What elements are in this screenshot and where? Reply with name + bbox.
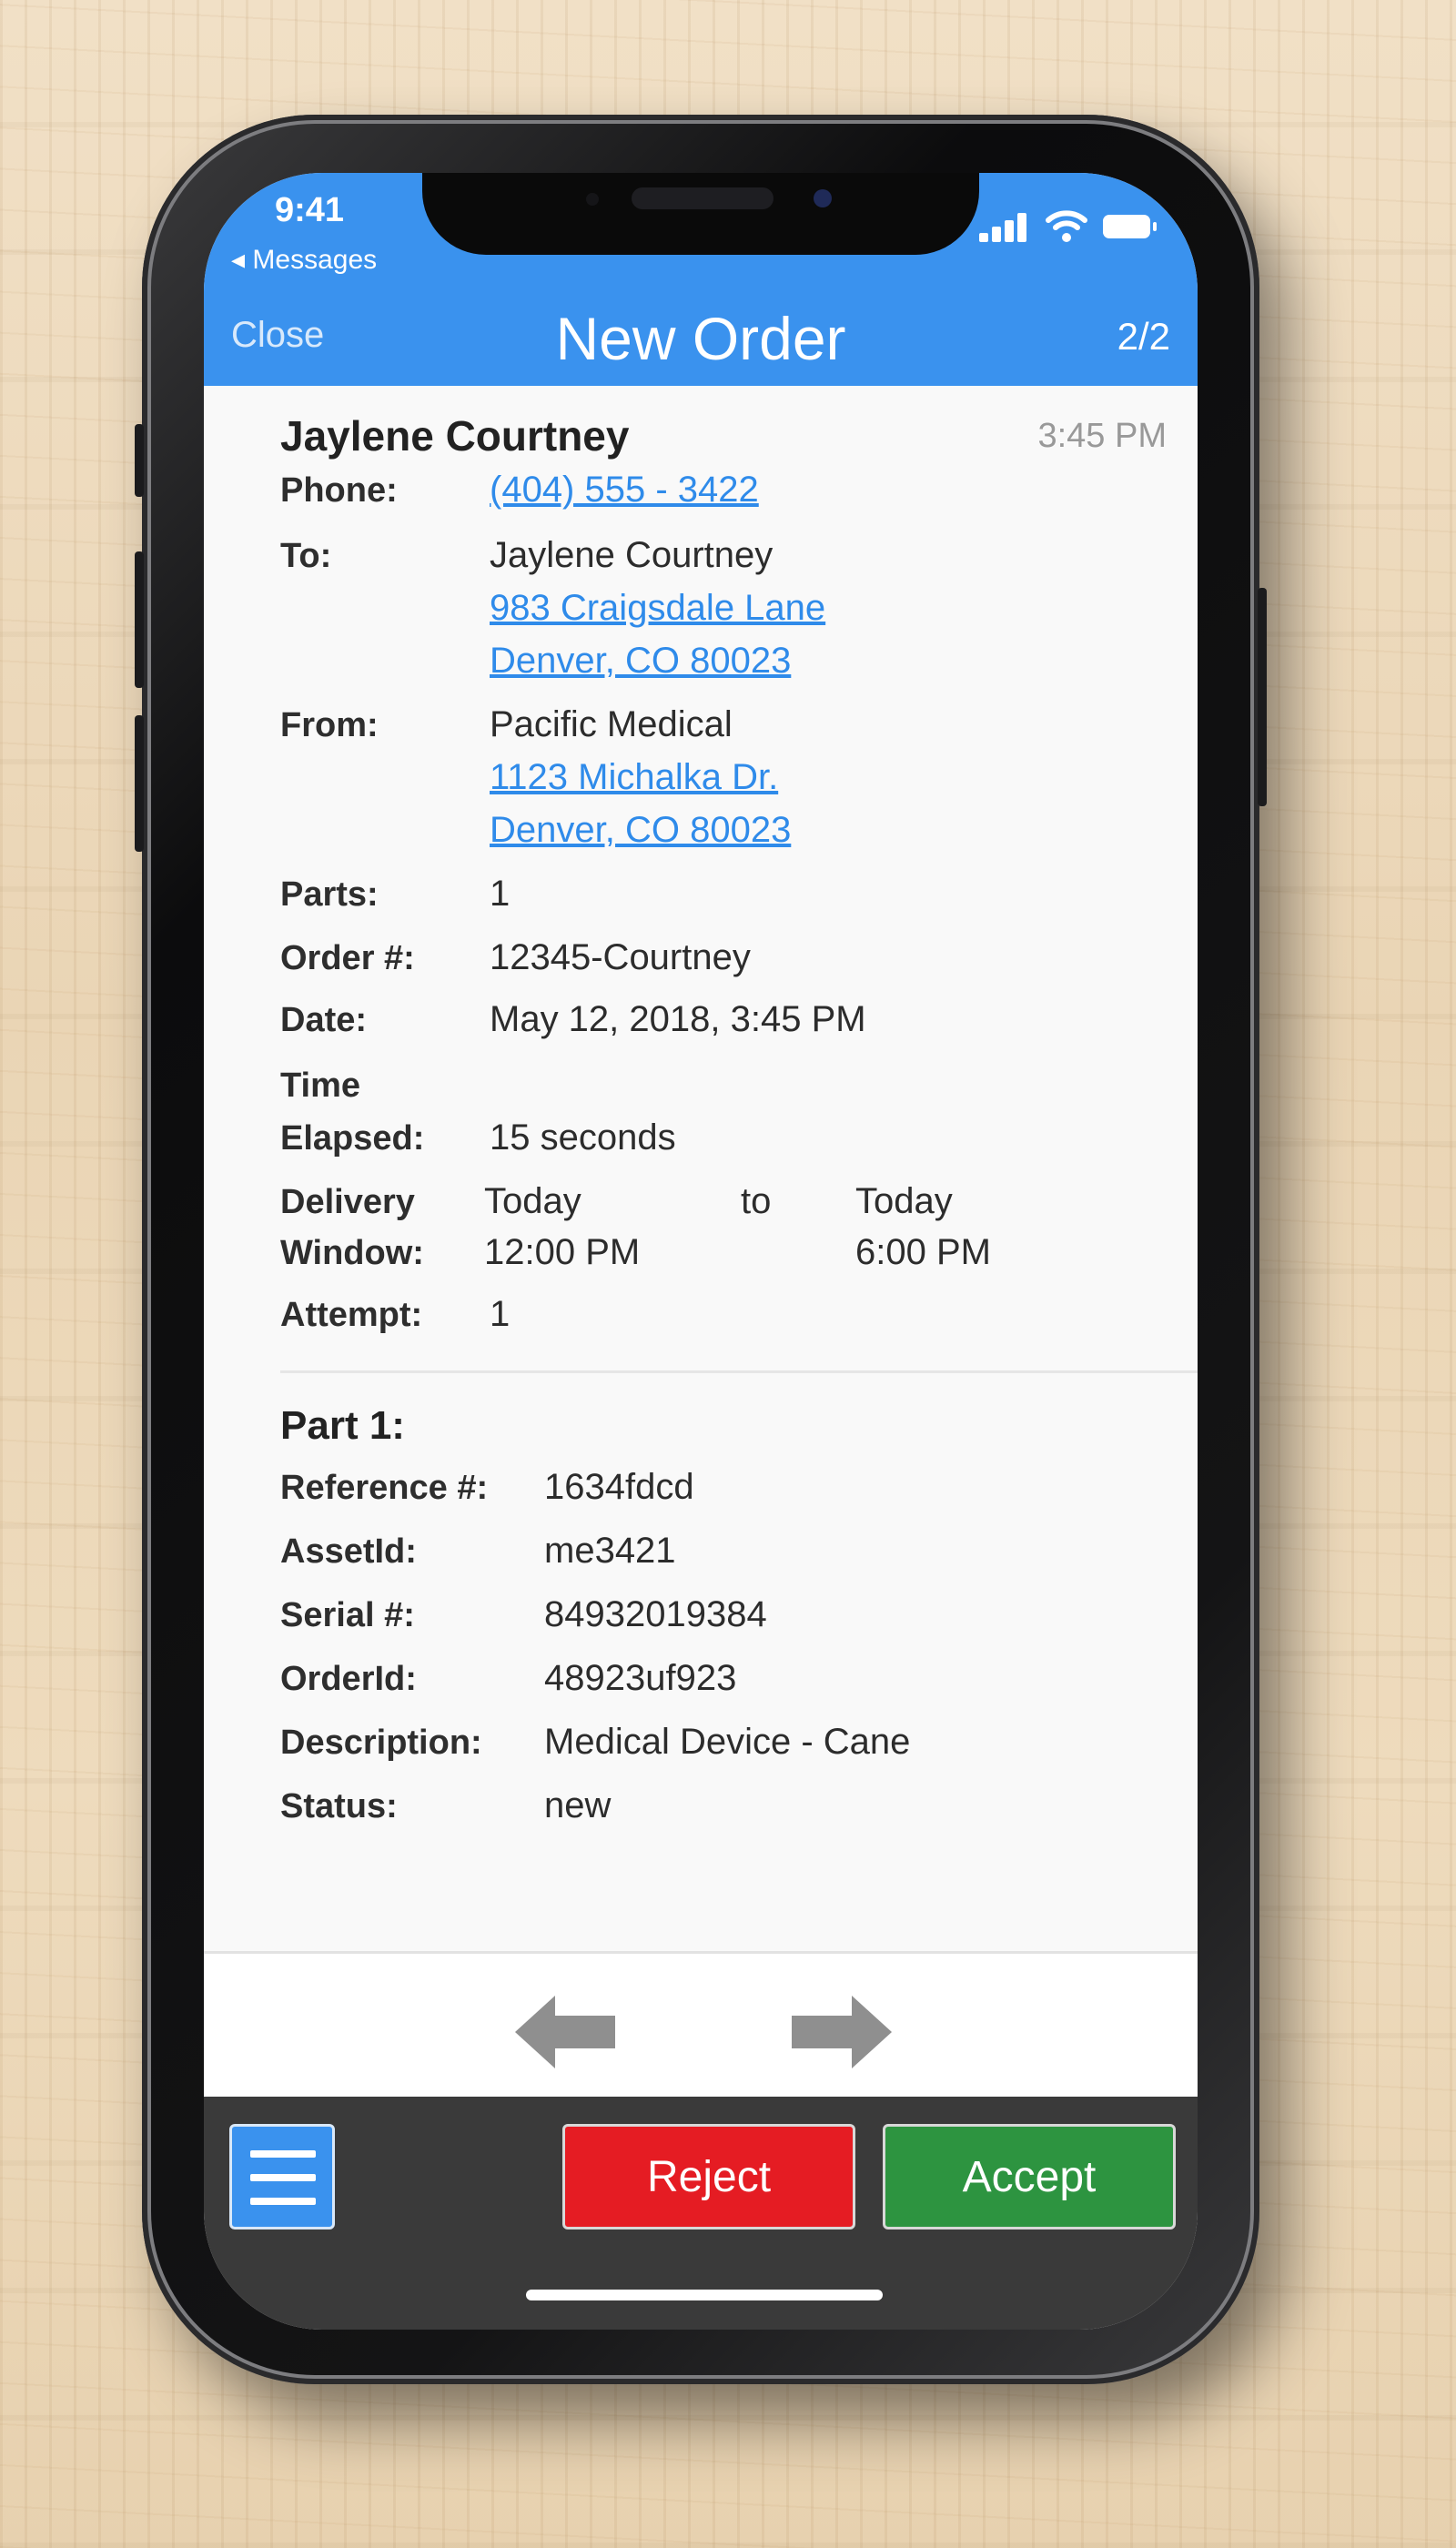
time-elapsed-value: 15 seconds	[490, 1117, 676, 1158]
status-label: Status:	[280, 1787, 398, 1825]
from-address-line1-link[interactable]: 1123 Michalka Dr.	[490, 757, 778, 798]
home-indicator[interactable]	[526, 2290, 883, 2300]
order-number-value: 12345-Courtney	[490, 937, 751, 977]
mute-switch	[135, 424, 144, 497]
reference-value: 1634fdcd	[544, 1467, 694, 1507]
attempt-value: 1	[490, 1294, 511, 1334]
order-id-value: 48923uf923	[544, 1658, 737, 1698]
page-title: New Order	[555, 305, 846, 372]
from-name: Pacific Medical	[490, 704, 733, 744]
reference-label: Reference #:	[280, 1469, 489, 1507]
date-value: May 12, 2018, 3:45 PM	[490, 999, 866, 1039]
order-number-label: Order #:	[280, 939, 415, 977]
battery-icon	[1103, 215, 1157, 238]
parts-label: Parts:	[280, 875, 379, 914]
delivery-window-label-line2: Window:	[280, 1234, 424, 1272]
serial-value: 84932019384	[544, 1594, 767, 1634]
time-elapsed-label-line1: Time	[280, 1067, 361, 1105]
action-bar: Reject Accept	[204, 2097, 1198, 2330]
window-start-day: Today	[484, 1181, 581, 1221]
reject-button[interactable]: Reject	[562, 2124, 855, 2230]
received-time: 3:45 PM	[1037, 417, 1167, 455]
part-navigation	[204, 1951, 1198, 2099]
side-button	[1258, 588, 1267, 806]
time-elapsed-label-line2: Elapsed:	[280, 1119, 425, 1158]
phone-label: Phone:	[280, 471, 398, 510]
part-title: Part 1:	[280, 1403, 405, 1448]
volume-down-button	[135, 715, 144, 852]
notch	[422, 173, 979, 255]
from-address-line2-link[interactable]: Denver, CO 80023	[490, 810, 791, 851]
asset-id-value: me3421	[544, 1531, 676, 1571]
order-id-label: OrderId:	[280, 1660, 417, 1698]
proximity-sensor	[586, 193, 599, 206]
attempt-label: Attempt:	[280, 1296, 423, 1334]
order-page-count: 2/2	[1117, 315, 1170, 358]
status-time: 9:41	[275, 191, 345, 229]
window-end-day: Today	[855, 1181, 953, 1221]
to-name: Jaylene Courtney	[490, 535, 774, 575]
front-camera	[814, 189, 832, 207]
window-to: to	[741, 1181, 772, 1221]
to-address-line2-link[interactable]: Denver, CO 80023	[490, 641, 791, 682]
hamburger-menu-icon[interactable]	[229, 2124, 335, 2230]
window-start-time: 12:00 PM	[484, 1232, 641, 1272]
volume-up-button	[135, 551, 144, 688]
arrow-right-icon[interactable]	[792, 1996, 892, 2068]
parts-value: 1	[490, 874, 511, 914]
asset-id-label: AssetId:	[280, 1532, 417, 1571]
accept-button[interactable]: Accept	[883, 2124, 1176, 2230]
phone-device: 9:41 ◂ Messages Close New Order 2/2 Jayl…	[135, 115, 1267, 2384]
customer-name: Jaylene Courtney	[280, 412, 630, 460]
section-divider	[280, 1370, 1198, 1373]
back-to-messages-link[interactable]: ◂ Messages	[231, 244, 377, 276]
cellular-signal-icon	[979, 213, 1028, 242]
wifi-icon	[1046, 210, 1087, 242]
arrow-left-icon[interactable]	[515, 1996, 615, 2068]
to-label: To:	[280, 537, 332, 575]
description-value: Medical Device - Cane	[544, 1722, 911, 1762]
phone-screen: 9:41 ◂ Messages Close New Order 2/2 Jayl…	[204, 173, 1198, 2330]
window-end-time: 6:00 PM	[855, 1232, 991, 1272]
description-label: Description:	[280, 1724, 482, 1762]
from-label: From:	[280, 706, 379, 744]
date-label: Date:	[280, 1001, 368, 1039]
serial-label: Serial #:	[280, 1596, 415, 1634]
status-value: new	[544, 1785, 612, 1825]
status-icons	[979, 207, 1161, 244]
to-address-line1-link[interactable]: 983 Craigsdale Lane	[490, 588, 825, 629]
delivery-window-label-line1: Delivery	[280, 1183, 415, 1221]
order-details: Jaylene Courtney 3:45 PM Phone: (404) 55…	[204, 386, 1198, 1951]
phone-link[interactable]: (404) 555 - 3422	[490, 470, 759, 511]
earpiece-speaker	[632, 187, 774, 209]
